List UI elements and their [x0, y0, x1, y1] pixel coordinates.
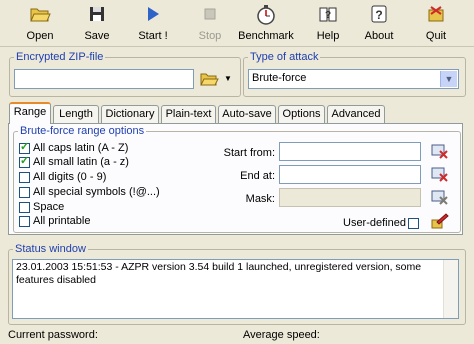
open-button[interactable]: Open: [18, 2, 62, 44]
checkbox-box[interactable]: [19, 215, 30, 227]
status-scrollbar[interactable]: [443, 260, 458, 318]
tab-advanced[interactable]: Advanced: [327, 105, 385, 123]
checkbox-box[interactable]: [19, 171, 30, 183]
end-at-input[interactable]: [279, 165, 421, 184]
quit-button[interactable]: Quit: [414, 2, 458, 44]
all-special-checkbox[interactable]: All special symbols (!@...): [19, 186, 160, 199]
user-defined-checkbox[interactable]: [408, 217, 419, 229]
clear-field-icon[interactable]: [431, 188, 449, 206]
browse-zip-button[interactable]: ▼: [199, 69, 233, 89]
attack-type-value: Brute-force: [252, 72, 307, 84]
start-button[interactable]: Start !: [131, 2, 175, 44]
all-printable-checkbox[interactable]: All printable: [19, 215, 90, 228]
clear-field-icon[interactable]: [431, 165, 449, 183]
tab-auto-save[interactable]: Auto-save: [218, 105, 276, 123]
exit-door-icon: [414, 4, 458, 26]
save-button[interactable]: Save: [75, 2, 119, 44]
attack-type-select[interactable]: Brute-force ▼: [248, 69, 459, 89]
end-at-label: End at:: [240, 170, 275, 182]
mask-input[interactable]: [279, 188, 421, 207]
all-caps-checkbox[interactable]: All caps latin (A - Z): [19, 140, 128, 155]
toolbar: Open Save Start ! Stop Benchmark ? Help …: [0, 0, 474, 47]
checkbox-box[interactable]: [19, 201, 30, 213]
tab-dictionary[interactable]: Dictionary: [101, 105, 159, 123]
help-book-icon: ?: [306, 4, 350, 26]
tab-range[interactable]: Range: [9, 102, 51, 124]
stop-icon: [188, 4, 232, 26]
folder-open-icon: [200, 70, 220, 91]
all-small-checkbox[interactable]: All small latin (a - z): [19, 154, 129, 169]
status-log-text: 23.01.2003 15:51:53 - AZPR version 3.54 …: [16, 261, 422, 286]
play-icon: [131, 4, 175, 26]
checkbox-box[interactable]: [19, 140, 30, 154]
zip-file-input[interactable]: [14, 69, 194, 89]
dropdown-arrow-icon: ▼: [224, 74, 232, 83]
range-options-legend: Brute-force range options: [18, 125, 147, 137]
folder-open-icon: [18, 4, 62, 26]
edit-charset-icon[interactable]: [431, 212, 449, 230]
tab-length[interactable]: Length: [53, 105, 99, 123]
tab-options[interactable]: Options: [278, 105, 325, 123]
mask-label: Mask:: [245, 193, 275, 205]
user-defined-label: User-defined: [343, 217, 406, 229]
space-checkbox[interactable]: Space: [19, 201, 64, 214]
start-from-input[interactable]: [279, 142, 421, 161]
checkbox-box[interactable]: [19, 186, 30, 198]
checkbox-box[interactable]: [19, 154, 30, 168]
attack-type-legend: Type of attack: [248, 51, 321, 63]
start-from-label: Start from:: [223, 147, 275, 159]
all-digits-checkbox[interactable]: All digits (0 - 9): [19, 171, 106, 184]
clear-field-icon[interactable]: [431, 142, 449, 160]
svg-text:?: ?: [375, 8, 382, 22]
status-legend: Status window: [13, 243, 88, 255]
zip-file-legend: Encrypted ZIP-file: [14, 51, 106, 63]
svg-text:?: ?: [325, 10, 331, 21]
floppy-disk-icon: [75, 4, 119, 26]
about-question-icon: ?: [357, 4, 401, 26]
help-button[interactable]: ? Help: [306, 2, 350, 44]
about-button[interactable]: ? About: [357, 2, 401, 44]
tab-plain-text[interactable]: Plain-text: [161, 105, 216, 123]
average-speed-label: Average speed:: [243, 329, 320, 341]
stop-button[interactable]: Stop: [188, 2, 232, 44]
status-log[interactable]: 23.01.2003 15:51:53 - AZPR version 3.54 …: [12, 259, 459, 319]
current-password-label: Current password:: [8, 329, 98, 341]
chevron-down-icon[interactable]: ▼: [440, 71, 457, 87]
stopwatch-icon: [236, 4, 296, 26]
benchmark-button[interactable]: Benchmark: [236, 2, 296, 44]
